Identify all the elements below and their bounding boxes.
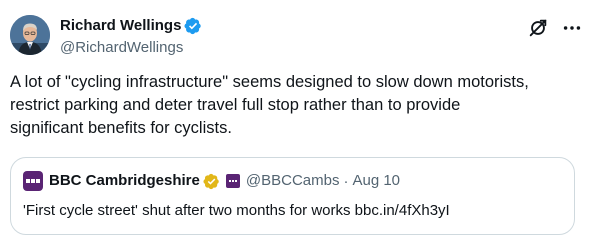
more-dots-icon[interactable]	[561, 17, 583, 39]
author-handle[interactable]: @RichardWellings	[60, 38, 183, 58]
tweet-text: A lot of "cycling infrastructure" seems …	[10, 73, 529, 137]
person-avatar-icon	[10, 15, 50, 55]
gold-verified-badge-icon[interactable]	[203, 173, 220, 190]
verified-badge-icon[interactable]	[184, 17, 202, 35]
bbc-affiliate-badge-icon[interactable]	[225, 174, 240, 188]
tweet: Richard Wellings @RichardWellings A lot …	[0, 0, 594, 240]
author-name-row: Richard Wellings	[60, 16, 202, 36]
bbc-logo-icon[interactable]	[23, 171, 43, 191]
author-avatar[interactable]	[10, 15, 50, 55]
grok-icon[interactable]	[527, 17, 549, 39]
quote-header: BBC Cambridgeshire @BBCCambs · Aug 10	[23, 171, 400, 191]
quote-text: 'First cycle street' shut after two mont…	[23, 202, 450, 219]
quote-display-name[interactable]: BBC Cambridgeshire	[49, 171, 200, 191]
quoted-tweet-card[interactable]: BBC Cambridgeshire @BBCCambs · Aug 10 'F…	[10, 157, 575, 235]
quote-date[interactable]: Aug 10	[352, 171, 400, 191]
quote-handle[interactable]: @BBCCambs	[246, 171, 340, 191]
author-display-name[interactable]: Richard Wellings	[60, 16, 181, 36]
quote-separator: ·	[343, 172, 349, 190]
